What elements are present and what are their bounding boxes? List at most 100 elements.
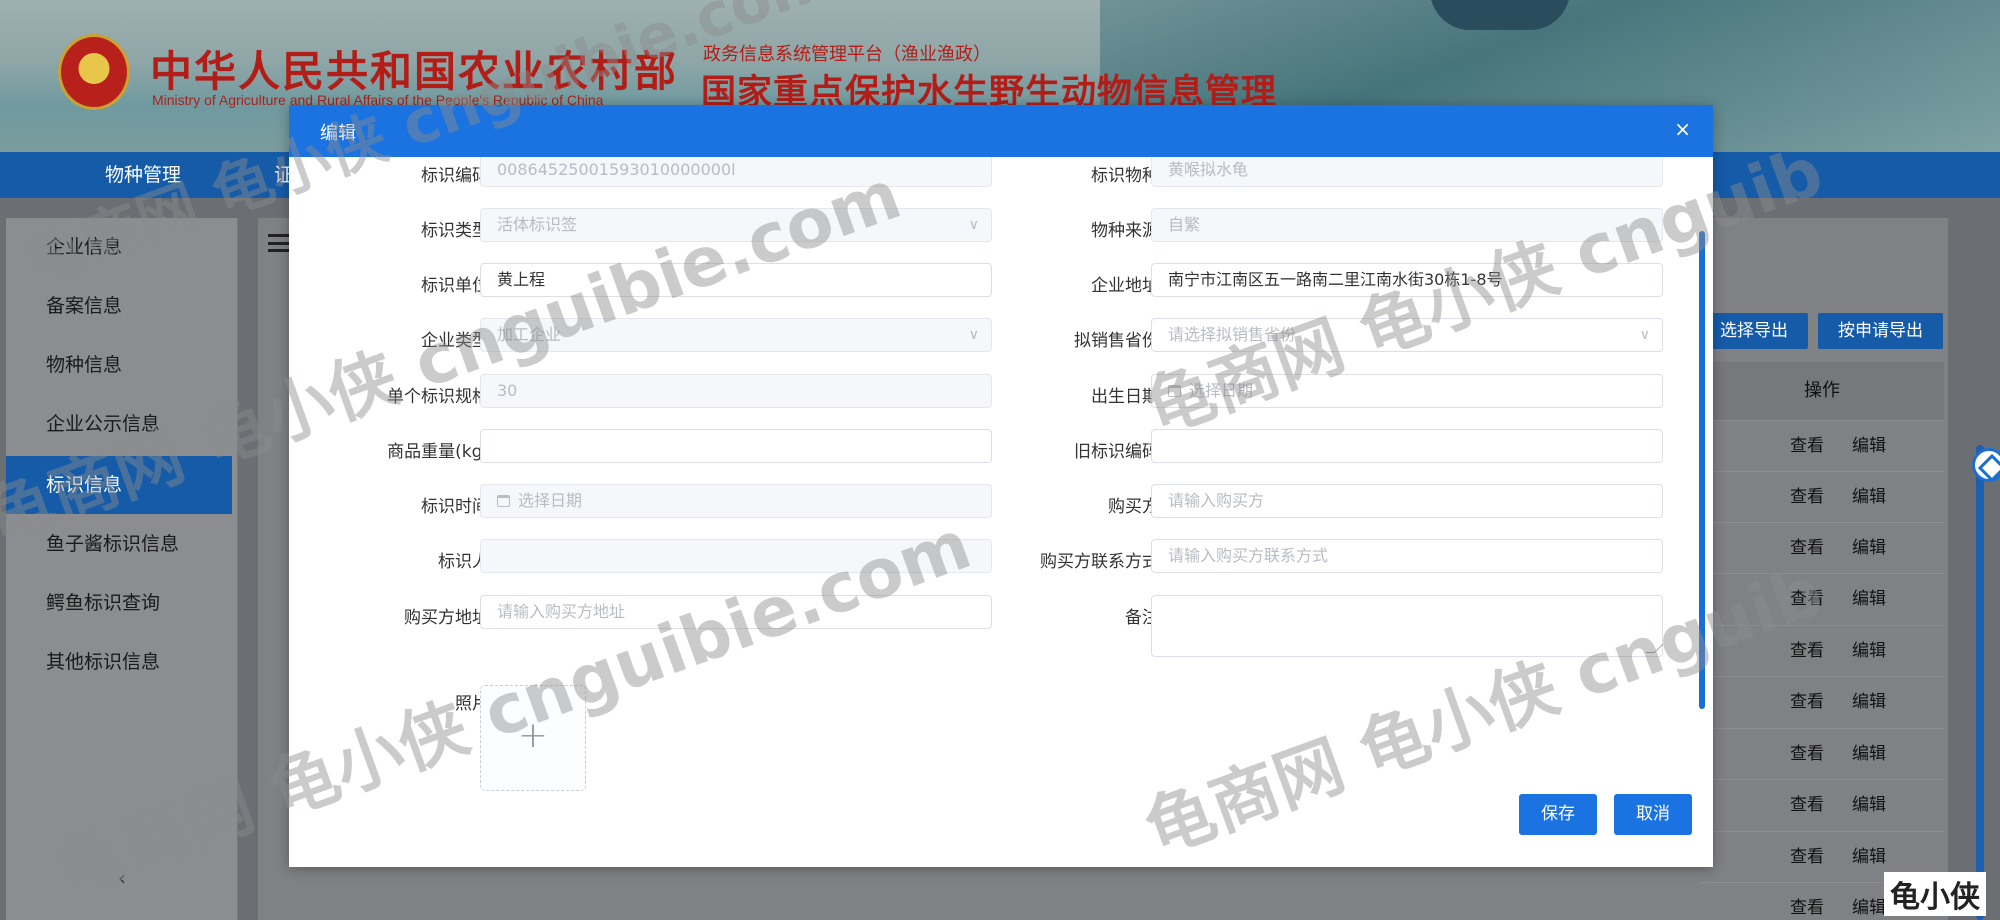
table-row: 查看 编辑 (1700, 728, 1944, 779)
tag-time-picker[interactable]: 选择日期 (480, 484, 992, 518)
page-scrollbar[interactable] (1976, 445, 1984, 920)
view-link[interactable]: 查看 (1790, 574, 1824, 625)
table-header-actions: 操作 (1700, 362, 1944, 420)
view-link[interactable]: 查看 (1790, 626, 1824, 677)
sidebar-item-crocodile-tag-query[interactable]: 鳄鱼标识查询 (6, 574, 232, 632)
floating-assistant-icon[interactable] (1972, 448, 2000, 482)
sidebar-item-other-tag-info[interactable]: 其他标识信息 (6, 633, 232, 691)
edit-link[interactable]: 编辑 (1852, 729, 1886, 780)
company-type-select[interactable]: 加工企业 ∨ (480, 318, 992, 352)
dialog-body: 标识编码 00864525001593010000000l 标识物种 黄喉拟水龟… (289, 157, 1713, 867)
calendar-icon (497, 495, 510, 507)
sidebar-item-caviar-tag-info[interactable]: 鱼子酱标识信息 (6, 515, 232, 573)
table-row: 查看 编辑 (1700, 420, 1944, 471)
weight-label: 商品重量(kg) (387, 442, 489, 462)
view-link[interactable]: 查看 (1790, 832, 1824, 883)
view-link[interactable]: 查看 (1790, 472, 1824, 523)
table-row: 查看 编辑 (1700, 522, 1944, 573)
old-tag-code-label: 旧标识编码 (1074, 442, 1159, 462)
sale-province-placeholder: 请选择拟销售省份 (1168, 325, 1297, 344)
edit-link[interactable]: 编辑 (1852, 626, 1886, 677)
edit-link[interactable]: 编辑 (1852, 574, 1886, 625)
edit-dialog: 编辑 × 标识编码 00864525001593010000000l 标识物种 … (289, 105, 1713, 867)
dialog-header: 编辑 × (289, 105, 1713, 157)
table-row: 查看 编辑 (1700, 573, 1944, 624)
view-link[interactable]: 查看 (1790, 523, 1824, 574)
tag-species-input[interactable]: 黄喉拟水龟 (1151, 157, 1663, 187)
buyer-address-label: 购买方地址 (404, 608, 489, 628)
save-button[interactable]: 保存 (1519, 794, 1597, 835)
watermark-logo: 龟小侠 (1884, 872, 1986, 916)
dialog-title: 编辑 (320, 123, 356, 144)
edit-link[interactable]: 编辑 (1852, 832, 1886, 883)
remark-textarea[interactable] (1151, 595, 1663, 657)
tag-spec-label: 单个标识规格 (387, 387, 489, 407)
tag-time-label: 标识时间 (421, 497, 489, 517)
sidebar-item-tag-info[interactable]: 标识信息 (6, 456, 232, 514)
sidebar-item-company-public-info[interactable]: 企业公示信息 (6, 395, 232, 453)
tag-type-select[interactable]: 活体标识签 ∨ (480, 208, 992, 242)
species-source-label: 物种来源 (1091, 221, 1159, 241)
view-link[interactable]: 查看 (1790, 729, 1824, 780)
buyer-label: 购买方 (1108, 497, 1159, 517)
view-link[interactable]: 查看 (1790, 421, 1824, 472)
tag-unit-input[interactable]: 黄上程 (480, 263, 992, 297)
tag-species-label: 标识物种 (1091, 166, 1159, 186)
tag-time-placeholder: 选择日期 (518, 491, 583, 510)
ministry-title: 中华人民共和国农业农村部 (150, 47, 679, 96)
table-row: 查看 编辑 (1700, 779, 1944, 830)
nav-item-species-management[interactable]: 物种管理 (105, 152, 181, 198)
company-type-label: 企业类型 (421, 331, 489, 351)
company-type-value: 加工企业 (497, 325, 562, 344)
sale-province-select[interactable]: 请选择拟销售省份 ∨ (1151, 318, 1663, 352)
species-source-input[interactable]: 自繁 (1151, 208, 1663, 242)
table-row: 查看 编辑 (1700, 676, 1944, 727)
edit-link[interactable]: 编辑 (1852, 421, 1886, 472)
birth-date-placeholder: 选择日期 (1189, 381, 1254, 400)
menu-toggle-icon[interactable] (268, 234, 290, 252)
company-address-input[interactable]: 南宁市江南区五一路南二里江南水街30栋1-8号 (1151, 263, 1663, 297)
edit-link[interactable]: 编辑 (1852, 523, 1886, 574)
photo-label: 照片 (455, 694, 489, 714)
birth-date-picker[interactable]: 选择日期 (1151, 374, 1663, 408)
close-icon[interactable]: × (1674, 117, 1691, 141)
tag-spec-input[interactable]: 30 (480, 374, 992, 408)
photo-upload[interactable]: + (480, 685, 586, 791)
tag-type-label: 标识类型 (421, 221, 489, 241)
sale-province-label: 拟销售省份 (1074, 331, 1159, 351)
sidebar-item-species-info[interactable]: 物种信息 (6, 336, 232, 394)
birth-date-label: 出生日期 (1091, 387, 1159, 407)
sidebar: 企业信息 备案信息 物种信息 企业公示信息 标识信息 鱼子酱标识信息 鳄鱼标识查… (6, 218, 238, 920)
weight-input[interactable] (480, 429, 992, 463)
cancel-button[interactable]: 取消 (1614, 794, 1692, 835)
tag-code-input[interactable]: 00864525001593010000000l (480, 157, 992, 187)
buyer-address-input[interactable]: 请输入购买方地址 (480, 595, 992, 629)
tag-code-label: 标识编码 (421, 166, 489, 186)
sidebar-collapse-icon[interactable]: ‹ (118, 866, 126, 890)
tagger-label: 标识人 (438, 552, 489, 572)
buyer-contact-input[interactable]: 请输入购买方联系方式 (1151, 539, 1663, 573)
chevron-down-icon: ∨ (1639, 327, 1650, 343)
national-emblem-icon (58, 34, 130, 110)
dialog-scrollbar[interactable] (1699, 231, 1705, 709)
edit-link[interactable]: 编辑 (1852, 883, 1886, 920)
view-link[interactable]: 查看 (1790, 780, 1824, 831)
edit-link[interactable]: 编辑 (1852, 472, 1886, 523)
view-link[interactable]: 查看 (1790, 677, 1824, 728)
old-tag-code-input[interactable] (1151, 429, 1663, 463)
sidebar-item-company-info[interactable]: 企业信息 (6, 218, 232, 276)
plus-icon: + (517, 715, 549, 756)
tagger-input[interactable] (480, 539, 992, 573)
buyer-contact-label: 购买方联系方式 (1040, 552, 1159, 572)
sidebar-item-filing-info[interactable]: 备案信息 (6, 277, 232, 335)
remark-label: 备注 (1125, 608, 1159, 628)
buyer-input[interactable]: 请输入购买方 (1151, 484, 1663, 518)
table-row: 查看 编辑 (1700, 471, 1944, 522)
view-link[interactable]: 查看 (1790, 883, 1824, 920)
export-selected-button[interactable]: 选择导出 (1700, 313, 1808, 349)
edit-link[interactable]: 编辑 (1852, 780, 1886, 831)
company-address-label: 企业地址 (1091, 276, 1159, 296)
tag-unit-label: 标识单位 (421, 276, 489, 296)
edit-link[interactable]: 编辑 (1852, 677, 1886, 728)
export-by-request-button[interactable]: 按申请导出 (1818, 313, 1943, 349)
